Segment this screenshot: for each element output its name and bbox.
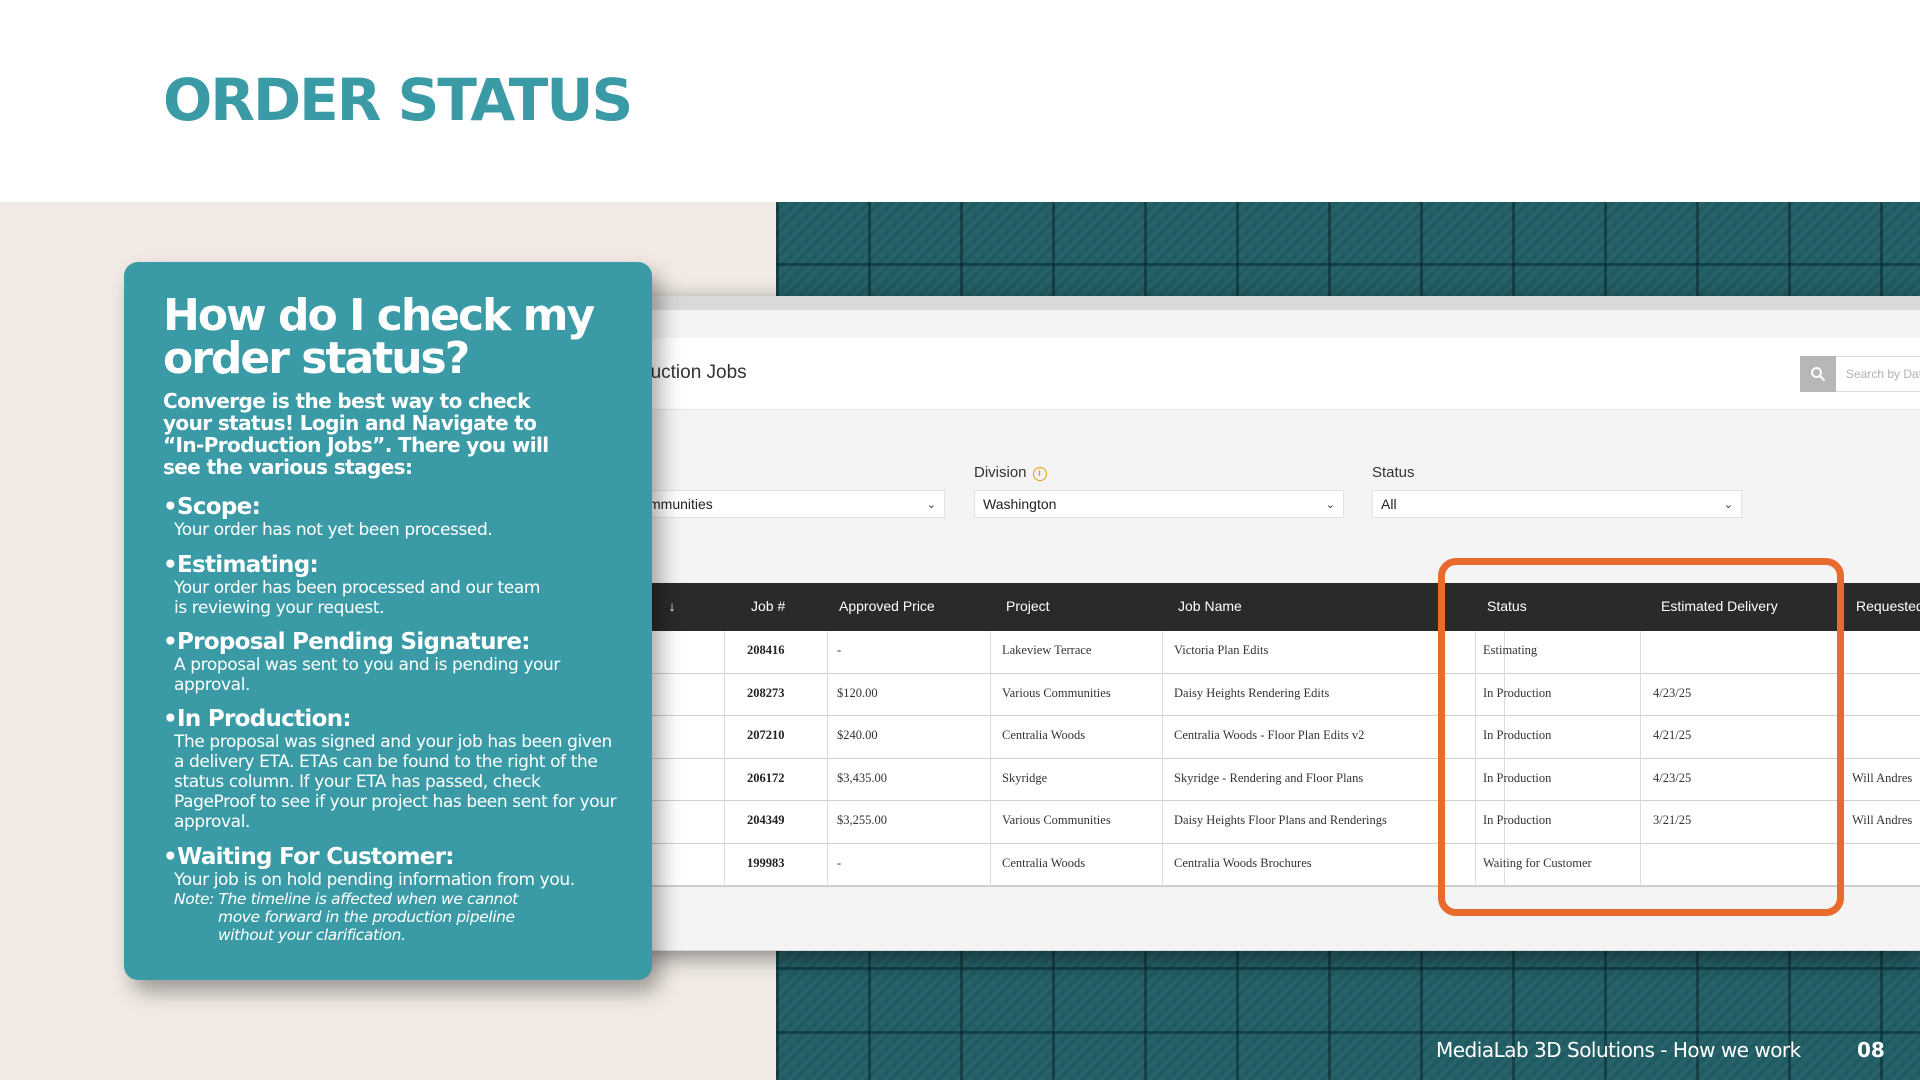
stage-description: A proposal was sent to you and is pendin… <box>174 655 560 695</box>
stage-description: The proposal was signed and your job has… <box>174 732 617 832</box>
table-cell: Lakeview Terrace <box>1002 643 1092 657</box>
column-separator <box>724 758 725 801</box>
community-select[interactable]: mmunities ⌄ <box>640 490 945 518</box>
column-separator <box>827 716 828 759</box>
column-separator <box>990 801 991 844</box>
table-cell: $240.00 <box>837 728 878 742</box>
column-separator <box>1162 843 1163 886</box>
status-label: Status <box>1372 464 1415 481</box>
card-title: How do I check my order status? <box>163 290 595 384</box>
table-cell: Various Communities <box>1002 685 1111 700</box>
table-cell: Daisy Heights Floor Plans and Renderings <box>1174 813 1387 827</box>
table-cell: Various Communities <box>1002 813 1111 827</box>
stage-description: Your job is on hold pending information … <box>174 870 575 890</box>
column-separator <box>827 758 828 801</box>
table-cell: Will Andres <box>1852 770 1913 785</box>
column-separator <box>827 673 828 716</box>
status-select[interactable]: All ⌄ <box>1372 490 1742 518</box>
app-header: duction Jobs <box>640 338 1920 410</box>
community-select-value: mmunities <box>649 496 713 512</box>
footer-text: MediaLab 3D Solutions - How we work <box>1436 1038 1801 1062</box>
chevron-down-icon: ⌄ <box>1723 499 1733 511</box>
column-separator <box>827 631 828 674</box>
sort-arrow-icon: ↓ <box>668 598 676 614</box>
table-cell: Daisy Heights Rendering Edits <box>1174 685 1330 700</box>
info-card: How do I check my order status? Converge… <box>124 262 652 980</box>
column-separator <box>990 758 991 801</box>
page-number: 08 <box>1857 1038 1885 1062</box>
table-cell: - <box>837 855 842 870</box>
table-cell: Skyridge <box>1002 770 1048 785</box>
stage-title: •Estimating: <box>163 552 319 578</box>
column-separator <box>724 631 725 674</box>
note-rest: move forward in the production pipeline … <box>218 908 515 944</box>
table-cell: Centralia Woods <box>1002 855 1086 870</box>
status-select-value: All <box>1381 496 1397 512</box>
table-cell: 206172 <box>747 770 785 785</box>
stage-title: •In Production: <box>163 706 352 732</box>
stage-proposal-pending: •Proposal Pending Signature: A proposal … <box>163 629 633 695</box>
note-lead: Note: The timeline is affected when we c… <box>174 890 518 908</box>
stage-title: •Proposal Pending Signature: <box>163 629 531 655</box>
column-separator <box>990 716 991 759</box>
column-separator <box>724 843 725 886</box>
stage-in-production: •In Production: The proposal was signed … <box>163 706 633 832</box>
app-header-title: duction Jobs <box>640 362 747 383</box>
division-label-text: Division <box>974 464 1027 481</box>
table-cell: Centralia Woods Brochures <box>1174 855 1312 870</box>
table-cell: Will Andres <box>1852 813 1913 827</box>
status-highlight-box <box>1438 558 1844 916</box>
table-cell: Centralia Woods - Floor Plan Edits v2 <box>1174 728 1365 742</box>
table-cell: Centralia Woods <box>1002 728 1086 742</box>
column-separator <box>990 843 991 886</box>
column-separator <box>827 801 828 844</box>
stage-scope: •Scope: Your order has not yet been proc… <box>163 494 633 540</box>
column-header-job-number[interactable]: Job # <box>751 598 785 614</box>
table-cell: Victoria Plan Edits <box>1174 643 1269 657</box>
column-header-requested[interactable]: Requested <box>1856 598 1920 614</box>
table-cell: - <box>837 643 842 657</box>
stage-title: •Scope: <box>163 494 261 520</box>
stage-title: •Waiting For Customer: <box>163 844 454 870</box>
column-header-approved-price[interactable]: Approved Price <box>839 598 935 614</box>
table-cell: Skyridge - Rendering and Floor Plans <box>1174 770 1364 785</box>
column-separator <box>990 631 991 674</box>
table-cell: 207210 <box>747 728 785 742</box>
stage-note: Note: The timeline is affected when we c… <box>163 890 633 944</box>
column-header-job-name[interactable]: Job Name <box>1178 598 1242 614</box>
column-separator <box>1162 716 1163 759</box>
stage-estimating: •Estimating: Your order has been process… <box>163 552 633 618</box>
chevron-down-icon: ⌄ <box>1325 499 1335 511</box>
info-icon[interactable]: i <box>1032 467 1047 481</box>
column-separator <box>724 801 725 844</box>
column-separator <box>1162 801 1163 844</box>
column-separator <box>1162 673 1163 716</box>
column-separator <box>724 673 725 716</box>
column-separator <box>1162 631 1163 674</box>
search-input[interactable] <box>1836 356 1920 392</box>
stage-description: Your order has been processed and our te… <box>174 578 541 618</box>
division-label: Division i <box>974 464 1047 481</box>
division-select[interactable]: Washington ⌄ <box>974 490 1344 518</box>
table-cell: 204349 <box>747 813 785 827</box>
column-separator <box>1162 758 1163 801</box>
table-cell: $120.00 <box>837 685 878 700</box>
chevron-down-icon: ⌄ <box>926 499 936 511</box>
stage-description: Your order has not yet been processed. <box>174 520 493 540</box>
column-separator <box>724 716 725 759</box>
table-cell: $3,255.00 <box>837 813 887 827</box>
column-separator <box>990 673 991 716</box>
column-header-project[interactable]: Project <box>1006 598 1050 614</box>
stage-waiting-for-customer: •Waiting For Customer: Your job is on ho… <box>163 844 633 944</box>
search-button[interactable] <box>1800 356 1836 392</box>
table-cell: 208416 <box>747 643 785 657</box>
table-cell: 199983 <box>747 855 785 870</box>
division-select-value: Washington <box>983 496 1057 512</box>
table-cell: 208273 <box>747 685 785 700</box>
table-cell: $3,435.00 <box>837 770 887 785</box>
page-title: ORDER STATUS <box>163 66 633 134</box>
card-intro: Converge is the best way to check your s… <box>163 389 549 479</box>
search-icon <box>1811 367 1826 382</box>
column-separator <box>827 843 828 886</box>
